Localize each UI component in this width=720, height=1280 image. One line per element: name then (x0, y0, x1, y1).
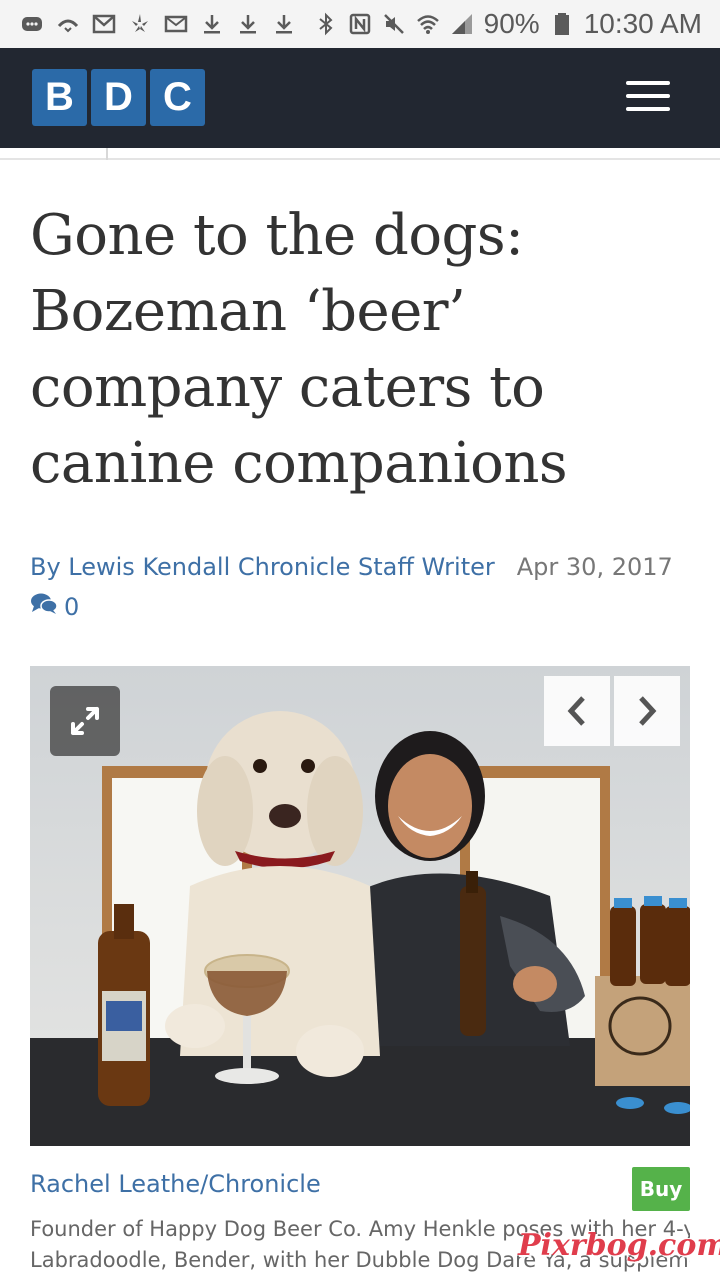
bluetooth-icon (314, 12, 338, 36)
hamburger-icon[interactable] (626, 81, 670, 111)
battery-icon (550, 12, 574, 36)
notification-icons (20, 12, 296, 36)
download-icon (200, 12, 224, 36)
yelp-icon (128, 12, 152, 36)
missed-call-icon (56, 12, 80, 36)
publish-date: Apr 30, 2017 (516, 553, 673, 581)
article-photo[interactable] (30, 666, 690, 1146)
mail-icon (164, 12, 188, 36)
chat-icon (20, 12, 44, 36)
next-photo-button[interactable] (614, 676, 680, 746)
section-bar (0, 148, 720, 160)
status-bar: 90% 10:30 AM (0, 0, 720, 48)
clock: 10:30 AM (583, 8, 702, 39)
author-link[interactable]: By Lewis Kendall Chronicle Staff Writer (30, 553, 495, 581)
buy-photo-button[interactable]: Buy (632, 1167, 690, 1211)
byline: By Lewis Kendall Chronicle Staff Writer A… (30, 552, 690, 582)
comments-icon (30, 592, 58, 622)
chevron-left-icon (567, 696, 585, 726)
gmail-icon (92, 12, 116, 36)
hamburger-line (626, 81, 670, 85)
hamburger-line (626, 107, 670, 111)
comments-link[interactable]: 0 (30, 592, 79, 622)
logo-letter-d: D (91, 69, 146, 126)
logo-letter-c: C (150, 69, 205, 126)
chevron-right-icon (639, 696, 657, 726)
hamburger-line (626, 94, 670, 98)
article-headline: Gone to the dogs: Bozeman ‘beer’ company… (30, 203, 568, 496)
bdc-logo[interactable]: B D C (32, 69, 205, 126)
expand-icon (71, 707, 99, 735)
logo-letter-b: B (32, 69, 87, 126)
watermark: Pixrbog.com (518, 1228, 720, 1263)
site-header: B D C (0, 48, 720, 148)
previous-photo-button[interactable] (544, 676, 610, 746)
download-icon (272, 12, 296, 36)
expand-button[interactable] (50, 686, 120, 756)
mute-icon (382, 12, 406, 36)
signal-icon (450, 12, 474, 36)
photo-credit-link[interactable]: Rachel Leathe/Chronicle (30, 1170, 321, 1198)
nfc-icon (348, 12, 372, 36)
system-icons: 90% 10:30 AM (314, 8, 702, 40)
wifi-icon (416, 12, 440, 36)
download-icon (236, 12, 260, 36)
battery-percent: 90% (483, 8, 540, 39)
section-tab[interactable] (0, 148, 108, 160)
comment-count: 0 (64, 593, 80, 621)
